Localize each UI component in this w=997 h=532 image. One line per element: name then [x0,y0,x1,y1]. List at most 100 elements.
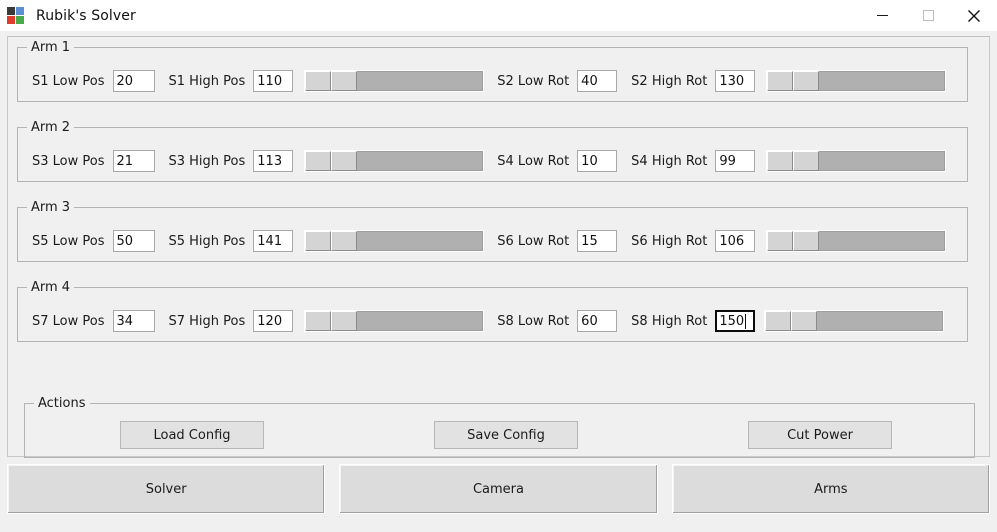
slider-handle-low[interactable] [765,311,792,331]
label-s8-low-rot: S8 Low Rot [497,313,570,329]
tab-solver[interactable]: Solver [7,464,326,514]
load-config-button[interactable]: Load Config [120,421,264,449]
bottom-nav-bar: Solver Camera Arms [7,464,990,514]
slider-handle-low[interactable] [305,231,332,251]
group-legend-arm-2: Arm 2 [27,120,75,135]
input-s6-low-rot[interactable]: 15 [577,230,618,252]
label-s4-low-rot: S4 Low Rot [497,153,570,169]
input-s1-low-pos-value: 20 [116,73,134,89]
save-config-button[interactable]: Save Config [434,421,578,449]
input-s3-high-pos[interactable]: 113 [253,150,294,172]
input-s4-high-rot-value: 99 [719,153,736,169]
arm3-position-range-slider[interactable] [304,230,485,252]
arm3-rotation-range-slider[interactable] [766,230,947,252]
input-s6-low-rot-value: 15 [581,233,598,249]
input-s4-low-rot-value: 10 [581,153,598,169]
label-s3-high-pos: S3 High Pos [168,153,246,169]
slider-handle-low[interactable] [305,151,332,171]
slider-handle-high[interactable] [331,71,358,91]
group-arm-4: Arm 4 S7 Low Pos 34 S7 High Pos 120 S8 L… [17,280,968,342]
input-s6-high-rot[interactable]: 106 [715,230,756,252]
input-s2-high-rot-value: 130 [719,73,745,89]
rubiks-cube-icon [7,6,25,25]
input-s7-low-pos[interactable]: 34 [112,310,155,332]
window-title: Rubik's Solver [36,7,136,24]
slider-handle-high[interactable] [331,311,358,331]
input-s3-low-pos[interactable]: 21 [112,150,155,172]
input-s8-high-rot-value: 150 [719,313,745,329]
tab-arms[interactable]: Arms [671,464,990,514]
slider-handle-high[interactable] [331,151,358,171]
input-s7-high-pos[interactable]: 120 [253,310,294,332]
label-s6-low-rot: S6 Low Rot [497,233,570,249]
close-icon [968,9,980,22]
input-s5-high-pos[interactable]: 141 [253,230,294,252]
input-s5-high-pos-value: 141 [257,233,283,249]
group-legend-arm-4: Arm 4 [27,280,75,295]
text-caret [745,313,747,329]
slider-handle-low[interactable] [767,231,794,251]
close-button[interactable] [951,0,997,31]
label-s4-high-rot: S4 High Rot [631,153,708,169]
input-s7-high-pos-value: 120 [257,313,283,329]
slider-handle-low[interactable] [305,71,332,91]
arm4-rotation-range-slider[interactable] [764,310,945,332]
input-s1-high-pos-value: 110 [257,73,283,89]
cut-power-button[interactable]: Cut Power [748,421,892,449]
input-s2-high-rot[interactable]: 130 [715,70,756,92]
group-arm-1: Arm 1 S1 Low Pos 20 S1 High Pos 110 S2 L… [17,40,968,102]
group-legend-arm-3: Arm 3 [27,200,75,215]
tab-camera[interactable]: Camera [339,464,658,514]
minimize-button[interactable] [859,0,905,31]
maximize-button[interactable] [905,0,951,31]
label-s7-high-pos: S7 High Pos [168,313,246,329]
input-s4-low-rot[interactable]: 10 [577,150,618,172]
arm4-position-range-slider[interactable] [304,310,485,332]
slider-handle-high[interactable] [793,231,820,251]
tab-arms-label: Arms [814,481,848,497]
save-config-button-label: Save Config [467,427,545,443]
input-s7-low-pos-value: 34 [116,313,134,329]
input-s8-low-rot[interactable]: 60 [577,310,618,332]
input-s5-low-pos-value: 50 [116,233,134,249]
label-s5-high-pos: S5 High Pos [168,233,246,249]
input-s5-low-pos[interactable]: 50 [112,230,155,252]
label-s3-low-pos: S3 Low Pos [32,153,105,169]
input-s3-low-pos-value: 21 [116,153,134,169]
title-bar: Rubik's Solver [0,0,997,31]
label-s2-high-rot: S2 High Rot [631,73,708,89]
input-s8-high-rot[interactable]: 150 [715,310,756,332]
tab-camera-label: Camera [472,481,524,497]
label-s8-high-rot: S8 High Rot [631,313,708,329]
label-s7-low-pos: S7 Low Pos [32,313,105,329]
input-s1-low-pos[interactable]: 20 [112,70,155,92]
input-s3-high-pos-value: 113 [257,153,283,169]
slider-handle-high[interactable] [331,231,358,251]
slider-handle-high[interactable] [791,311,818,331]
input-s2-low-rot-value: 40 [581,73,598,89]
input-s4-high-rot[interactable]: 99 [715,150,756,172]
arm1-rotation-range-slider[interactable] [766,70,947,92]
slider-handle-high[interactable] [793,151,820,171]
arm2-rotation-range-slider[interactable] [766,150,947,172]
slider-handle-low[interactable] [767,71,794,91]
slider-handle-high[interactable] [793,71,820,91]
slider-handle-low[interactable] [767,151,794,171]
group-arm-2: Arm 2 S3 Low Pos 21 S3 High Pos 113 S4 L… [17,120,968,182]
label-s6-high-rot: S6 High Rot [631,233,708,249]
group-actions: Actions Load Config Save Config Cut Powe… [24,396,975,458]
input-s1-high-pos[interactable]: 110 [253,70,294,92]
arm2-position-range-slider[interactable] [304,150,485,172]
label-s1-high-pos: S1 High Pos [168,73,246,89]
input-s2-low-rot[interactable]: 40 [577,70,618,92]
slider-handle-low[interactable] [305,311,332,331]
cut-power-button-label: Cut Power [787,427,853,443]
group-legend-arm-1: Arm 1 [27,40,75,55]
window-controls [859,0,997,31]
minimize-icon [876,15,888,16]
arm1-position-range-slider[interactable] [304,70,485,92]
group-legend-actions: Actions [34,396,90,411]
tab-solver-label: Solver [145,481,187,497]
label-s1-low-pos: S1 Low Pos [32,73,105,89]
maximize-icon [922,10,934,21]
